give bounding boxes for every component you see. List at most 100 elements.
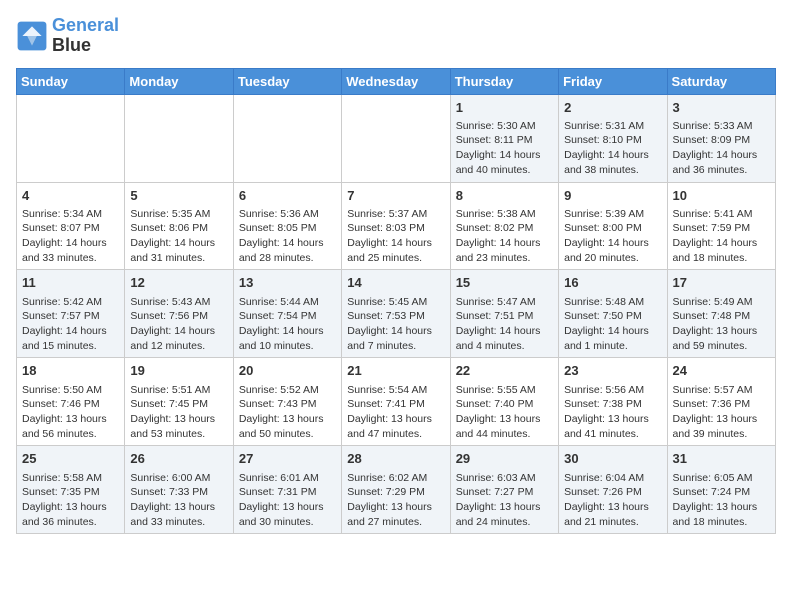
page-header: General Blue: [16, 16, 776, 56]
day-info: Daylight: 13 hours: [673, 500, 770, 515]
calendar-cell: 23Sunrise: 5:56 AMSunset: 7:38 PMDayligh…: [559, 358, 667, 446]
day-info: Sunset: 7:59 PM: [673, 221, 770, 236]
calendar-week-2: 4Sunrise: 5:34 AMSunset: 8:07 PMDaylight…: [17, 182, 776, 270]
day-info: Daylight: 13 hours: [456, 412, 553, 427]
day-info: Daylight: 13 hours: [347, 500, 444, 515]
day-info: and 40 minutes.: [456, 163, 553, 178]
day-info: Daylight: 14 hours: [456, 324, 553, 339]
calendar-cell: 18Sunrise: 5:50 AMSunset: 7:46 PMDayligh…: [17, 358, 125, 446]
day-info: Sunrise: 5:57 AM: [673, 383, 770, 398]
calendar-cell: [17, 94, 125, 182]
day-info: Sunrise: 5:48 AM: [564, 295, 661, 310]
day-number: 8: [456, 187, 553, 205]
day-number: 3: [673, 99, 770, 117]
day-number: 16: [564, 274, 661, 292]
day-info: and 4 minutes.: [456, 339, 553, 354]
day-info: Sunrise: 5:34 AM: [22, 207, 119, 222]
day-number: 1: [456, 99, 553, 117]
day-number: 10: [673, 187, 770, 205]
calendar-cell: 19Sunrise: 5:51 AMSunset: 7:45 PMDayligh…: [125, 358, 233, 446]
day-info: Daylight: 14 hours: [239, 324, 336, 339]
day-info: Daylight: 14 hours: [239, 236, 336, 251]
day-info: and 20 minutes.: [564, 251, 661, 266]
day-header-saturday: Saturday: [667, 68, 775, 94]
day-info: Sunset: 7:24 PM: [673, 485, 770, 500]
day-info: Daylight: 14 hours: [673, 148, 770, 163]
day-info: Daylight: 13 hours: [239, 412, 336, 427]
day-number: 26: [130, 450, 227, 468]
day-info: Sunrise: 5:49 AM: [673, 295, 770, 310]
day-info: and 27 minutes.: [347, 515, 444, 530]
calendar-cell: 6Sunrise: 5:36 AMSunset: 8:05 PMDaylight…: [233, 182, 341, 270]
day-info: Sunrise: 5:56 AM: [564, 383, 661, 398]
day-info: Sunrise: 5:41 AM: [673, 207, 770, 222]
calendar-cell: [125, 94, 233, 182]
day-info: and 44 minutes.: [456, 427, 553, 442]
day-info: and 36 minutes.: [673, 163, 770, 178]
day-info: and 25 minutes.: [347, 251, 444, 266]
day-info: Sunrise: 5:50 AM: [22, 383, 119, 398]
calendar-cell: 16 Sunrise: 5:48 AMSunset: 7:50 PMDayligh…: [559, 270, 667, 358]
day-header-monday: Monday: [125, 68, 233, 94]
day-info: Sunrise: 5:42 AM: [22, 295, 119, 310]
day-number: 11: [22, 274, 119, 292]
day-info: Sunset: 7:29 PM: [347, 485, 444, 500]
day-info: Sunrise: 5:37 AM: [347, 207, 444, 222]
day-header-sunday: Sunday: [17, 68, 125, 94]
day-number: 25: [22, 450, 119, 468]
calendar-cell: 28Sunrise: 6:02 AMSunset: 7:29 PMDayligh…: [342, 446, 450, 534]
day-info: Sunset: 7:43 PM: [239, 397, 336, 412]
calendar-week-5: 25Sunrise: 5:58 AMSunset: 7:35 PMDayligh…: [17, 446, 776, 534]
day-info: Sunset: 7:53 PM: [347, 309, 444, 324]
calendar-cell: 26Sunrise: 6:00 AMSunset: 7:33 PMDayligh…: [125, 446, 233, 534]
day-info: Sunrise: 5:39 AM: [564, 207, 661, 222]
day-info: Sunrise: 5:51 AM: [130, 383, 227, 398]
calendar-cell: 27Sunrise: 6:01 AMSunset: 7:31 PMDayligh…: [233, 446, 341, 534]
day-header-wednesday: Wednesday: [342, 68, 450, 94]
day-info: Sunset: 7:48 PM: [673, 309, 770, 324]
calendar-cell: 1Sunrise: 5:30 AMSunset: 8:11 PMDaylight…: [450, 94, 558, 182]
day-info: Daylight: 14 hours: [673, 236, 770, 251]
calendar-cell: 24Sunrise: 5:57 AMSunset: 7:36 PMDayligh…: [667, 358, 775, 446]
day-info: Daylight: 13 hours: [456, 500, 553, 515]
day-info: Sunset: 7:36 PM: [673, 397, 770, 412]
day-info: Daylight: 13 hours: [130, 500, 227, 515]
day-info: Daylight: 13 hours: [564, 500, 661, 515]
day-info: Sunset: 8:06 PM: [130, 221, 227, 236]
day-info: Sunrise: 5:52 AM: [239, 383, 336, 398]
day-info: Daylight: 14 hours: [456, 148, 553, 163]
day-info: Sunset: 7:51 PM: [456, 309, 553, 324]
day-info: Sunrise: 5:38 AM: [456, 207, 553, 222]
day-info: Sunrise: 5:44 AM: [239, 295, 336, 310]
day-info: Daylight: 14 hours: [22, 236, 119, 251]
calendar-week-1: 1Sunrise: 5:30 AMSunset: 8:11 PMDaylight…: [17, 94, 776, 182]
day-info: and 18 minutes.: [673, 251, 770, 266]
day-info: and 31 minutes.: [130, 251, 227, 266]
day-info: Sunrise: 5:45 AM: [347, 295, 444, 310]
day-info: Daylight: 14 hours: [130, 236, 227, 251]
day-info: Sunrise: 5:35 AM: [130, 207, 227, 222]
day-info: Sunset: 8:10 PM: [564, 133, 661, 148]
day-info: and 59 minutes.: [673, 339, 770, 354]
logo: General Blue: [16, 16, 119, 56]
day-info: Sunset: 7:54 PM: [239, 309, 336, 324]
calendar-header-row: SundayMondayTuesdayWednesdayThursdayFrid…: [17, 68, 776, 94]
day-info: and 23 minutes.: [456, 251, 553, 266]
day-info: Daylight: 14 hours: [347, 236, 444, 251]
day-number: 4: [22, 187, 119, 205]
day-number: 6: [239, 187, 336, 205]
calendar-cell: 10 Sunrise: 5:41 AMSunset: 7:59 PMDayligh…: [667, 182, 775, 270]
calendar-cell: 3Sunrise: 5:33 AMSunset: 8:09 PMDaylight…: [667, 94, 775, 182]
day-info: Daylight: 14 hours: [564, 324, 661, 339]
day-number: 17: [673, 274, 770, 292]
day-info: and 53 minutes.: [130, 427, 227, 442]
day-info: Daylight: 13 hours: [564, 412, 661, 427]
day-info: Sunrise: 5:55 AM: [456, 383, 553, 398]
calendar-cell: 25Sunrise: 5:58 AMSunset: 7:35 PMDayligh…: [17, 446, 125, 534]
day-info: Sunset: 8:05 PM: [239, 221, 336, 236]
calendar-cell: 22Sunrise: 5:55 AMSunset: 7:40 PMDayligh…: [450, 358, 558, 446]
day-number: 30: [564, 450, 661, 468]
day-info: Sunset: 7:35 PM: [22, 485, 119, 500]
day-info: Sunset: 7:50 PM: [564, 309, 661, 324]
day-info: Sunset: 8:09 PM: [673, 133, 770, 148]
